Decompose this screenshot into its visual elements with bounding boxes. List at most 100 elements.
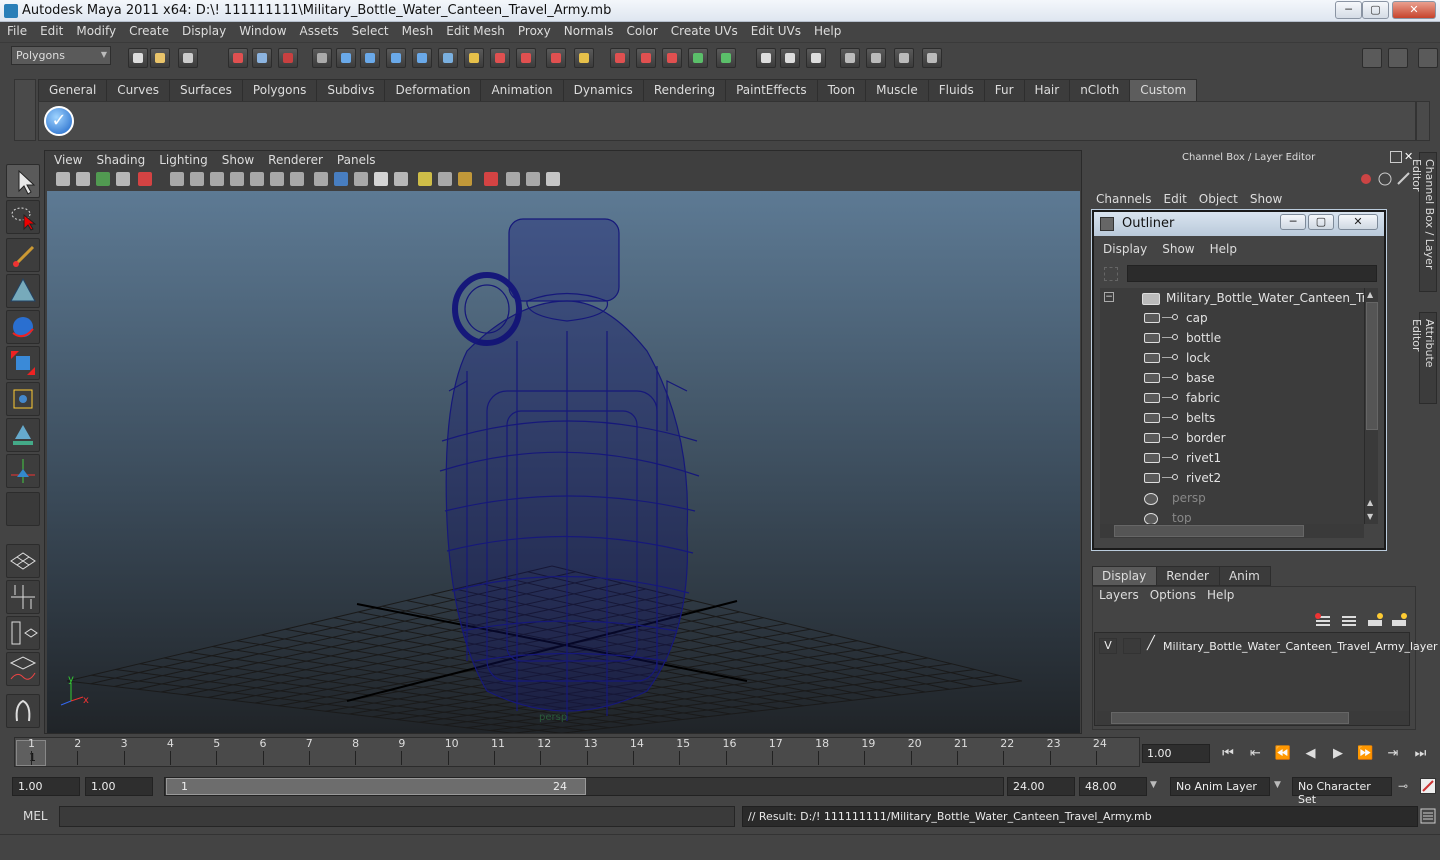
layer-menu-layers[interactable]: Layers	[1092, 588, 1143, 602]
viewport-tool-8-icon[interactable]	[210, 172, 224, 186]
menu-modify[interactable]: Modify	[69, 22, 122, 38]
viewport-tool-5-icon[interactable]	[138, 172, 152, 186]
side-tab-channel-box[interactable]: Channel Box / Layer Editor	[1410, 152, 1437, 292]
ipr-render-icon[interactable]	[716, 48, 736, 68]
menu-set-selector[interactable]: Polygons	[11, 46, 111, 65]
viewport-tool-20-icon[interactable]	[458, 172, 472, 186]
select-tool-icon[interactable]	[6, 164, 40, 198]
viewport-tool-7-icon[interactable]	[190, 172, 204, 186]
menu-window[interactable]: Window	[232, 22, 292, 38]
float-panel-icon[interactable]	[1390, 151, 1402, 163]
select-hierarchy-icon[interactable]	[228, 48, 248, 68]
outliner-filter-field[interactable]	[1127, 265, 1377, 282]
outliner-item-persp[interactable]: persp	[1100, 488, 1364, 508]
layer-hscroll[interactable]	[1097, 711, 1409, 725]
outliner-item-base[interactable]: base	[1100, 368, 1364, 388]
select-object-icon[interactable]	[252, 48, 272, 68]
new-scene-icon[interactable]	[128, 48, 148, 68]
shelf-tab-fluids[interactable]: Fluids	[927, 79, 985, 101]
save-scene-icon[interactable]	[178, 48, 198, 68]
layer-row[interactable]: V ╱ Military_Bottle_Water_Canteen_Travel…	[1095, 635, 1438, 655]
select-component-icon[interactable]	[278, 48, 298, 68]
layer-tab-anim[interactable]: Anim	[1218, 566, 1271, 586]
menu-proxy[interactable]: Proxy	[511, 22, 557, 38]
script-editor-icon[interactable]	[1420, 808, 1436, 824]
key-icon[interactable]: ⊸	[1398, 779, 1408, 793]
menu-color[interactable]: Color	[619, 22, 663, 38]
shelf-tab-subdivs[interactable]: Subdivs	[316, 79, 386, 101]
layer-visibility-toggle[interactable]: V	[1099, 638, 1117, 654]
viewport-tool-15-icon[interactable]	[354, 172, 368, 186]
viewport-tool-10-icon[interactable]	[250, 172, 264, 186]
playback-start-field[interactable]: 1.00	[85, 777, 153, 796]
animation-prefs-icon[interactable]	[1420, 778, 1436, 794]
range-slider-thumb[interactable]: 1 24	[166, 778, 586, 795]
menu-select[interactable]: Select	[345, 22, 395, 38]
outliner-item-top[interactable]: top	[1100, 508, 1364, 524]
shelf-tab-general[interactable]: General	[38, 79, 108, 101]
viewport-tool-6-icon[interactable]	[170, 172, 184, 186]
select-output-icon[interactable]	[636, 48, 656, 68]
hypershade-icon[interactable]	[780, 48, 800, 68]
render-current-icon[interactable]	[688, 48, 708, 68]
channel-box-menu-channels[interactable]: Channels	[1090, 192, 1158, 206]
shelf-tab-surfaces[interactable]: Surfaces	[168, 79, 243, 101]
soft-mod-tool-icon[interactable]	[6, 418, 40, 452]
outliner-item-rivet2[interactable]: rivet2	[1100, 468, 1364, 488]
viewport-tool-17-icon[interactable]	[394, 172, 408, 186]
mask-icon[interactable]	[312, 48, 332, 68]
outliner-item-bottle[interactable]: bottle	[1100, 328, 1364, 348]
outliner-item-lock[interactable]: lock	[1100, 348, 1364, 368]
command-input[interactable]	[59, 806, 735, 827]
menu-normals[interactable]: Normals	[557, 22, 620, 38]
shelf-options[interactable]	[14, 79, 36, 141]
viewport-tool-11-icon[interactable]	[270, 172, 284, 186]
viewport-tool-19-icon[interactable]	[438, 172, 452, 186]
go-to-end-icon[interactable]: ⏭	[1411, 745, 1431, 763]
layer-tab-display[interactable]: Display	[1092, 566, 1158, 586]
character-set-dropdown-icon[interactable]: ▼	[1274, 780, 1281, 790]
shelf-tab-dynamics[interactable]: Dynamics	[562, 79, 644, 101]
outliner-vertical-scrollbar[interactable]: ▲ ▲ ▼	[1364, 288, 1378, 524]
shelf-tab-toon[interactable]: Toon	[816, 79, 867, 101]
menu-file[interactable]: File	[0, 22, 33, 38]
construction-history-icon[interactable]	[662, 48, 682, 68]
perspective-viewport[interactable]: y x persp	[47, 191, 1080, 733]
attribute-toggle-icon[interactable]	[1388, 48, 1408, 68]
viewport-tool-2-icon[interactable]	[76, 172, 90, 186]
filter-icon[interactable]	[1104, 267, 1118, 281]
layout-toggle-icon[interactable]	[1362, 48, 1382, 68]
layer-template-toggle[interactable]	[1123, 638, 1141, 654]
end-time-field[interactable]: 48.00	[1079, 777, 1147, 796]
channel-box-menu-object[interactable]: Object	[1193, 192, 1244, 206]
shelf-tab-fur[interactable]: Fur	[983, 79, 1025, 101]
menu-edit-mesh[interactable]: Edit Mesh	[439, 22, 511, 38]
layer-menu-help[interactable]: Help	[1200, 588, 1238, 602]
outliner-item-cap[interactable]: cap	[1100, 308, 1364, 328]
shelf-tab-curves[interactable]: Curves	[106, 79, 170, 101]
help-line-icon[interactable]	[546, 48, 566, 68]
outliner-menu-show[interactable]: Show	[1153, 240, 1200, 256]
step-back-key-icon[interactable]: ⇤	[1246, 745, 1266, 763]
viewport-tool-3-icon[interactable]	[96, 172, 110, 186]
viewport-menu-renderer[interactable]: Renderer	[260, 152, 329, 167]
rotate-tool-icon[interactable]	[6, 310, 40, 344]
scroll-down-icon[interactable]: ▲	[1367, 498, 1377, 508]
outliner-item-belts[interactable]: belts	[1100, 408, 1364, 428]
channel-box-icon[interactable]	[922, 48, 942, 68]
menu-edit-uvs[interactable]: Edit UVs	[744, 22, 807, 38]
paint-select-icon[interactable]	[6, 238, 40, 272]
scroll-up-icon[interactable]: ▲	[1367, 290, 1377, 300]
move-tool-icon[interactable]	[6, 274, 40, 308]
command-language-label[interactable]: MEL	[14, 808, 58, 826]
tool-settings-icon[interactable]	[894, 48, 914, 68]
close-button[interactable]: ✕	[1392, 1, 1436, 19]
viewport-tool-4-icon[interactable]	[116, 172, 130, 186]
single-view-layout-icon[interactable]	[6, 544, 40, 578]
viewport-tool-1-icon[interactable]	[56, 172, 70, 186]
maximize-button[interactable]: ▢	[1362, 1, 1389, 19]
viewport-menu-view[interactable]: View	[46, 152, 88, 167]
toggle-panel-icon[interactable]	[866, 48, 886, 68]
collapse-icon[interactable]: −	[1104, 292, 1114, 302]
viewport-menu-shading[interactable]: Shading	[88, 152, 151, 167]
